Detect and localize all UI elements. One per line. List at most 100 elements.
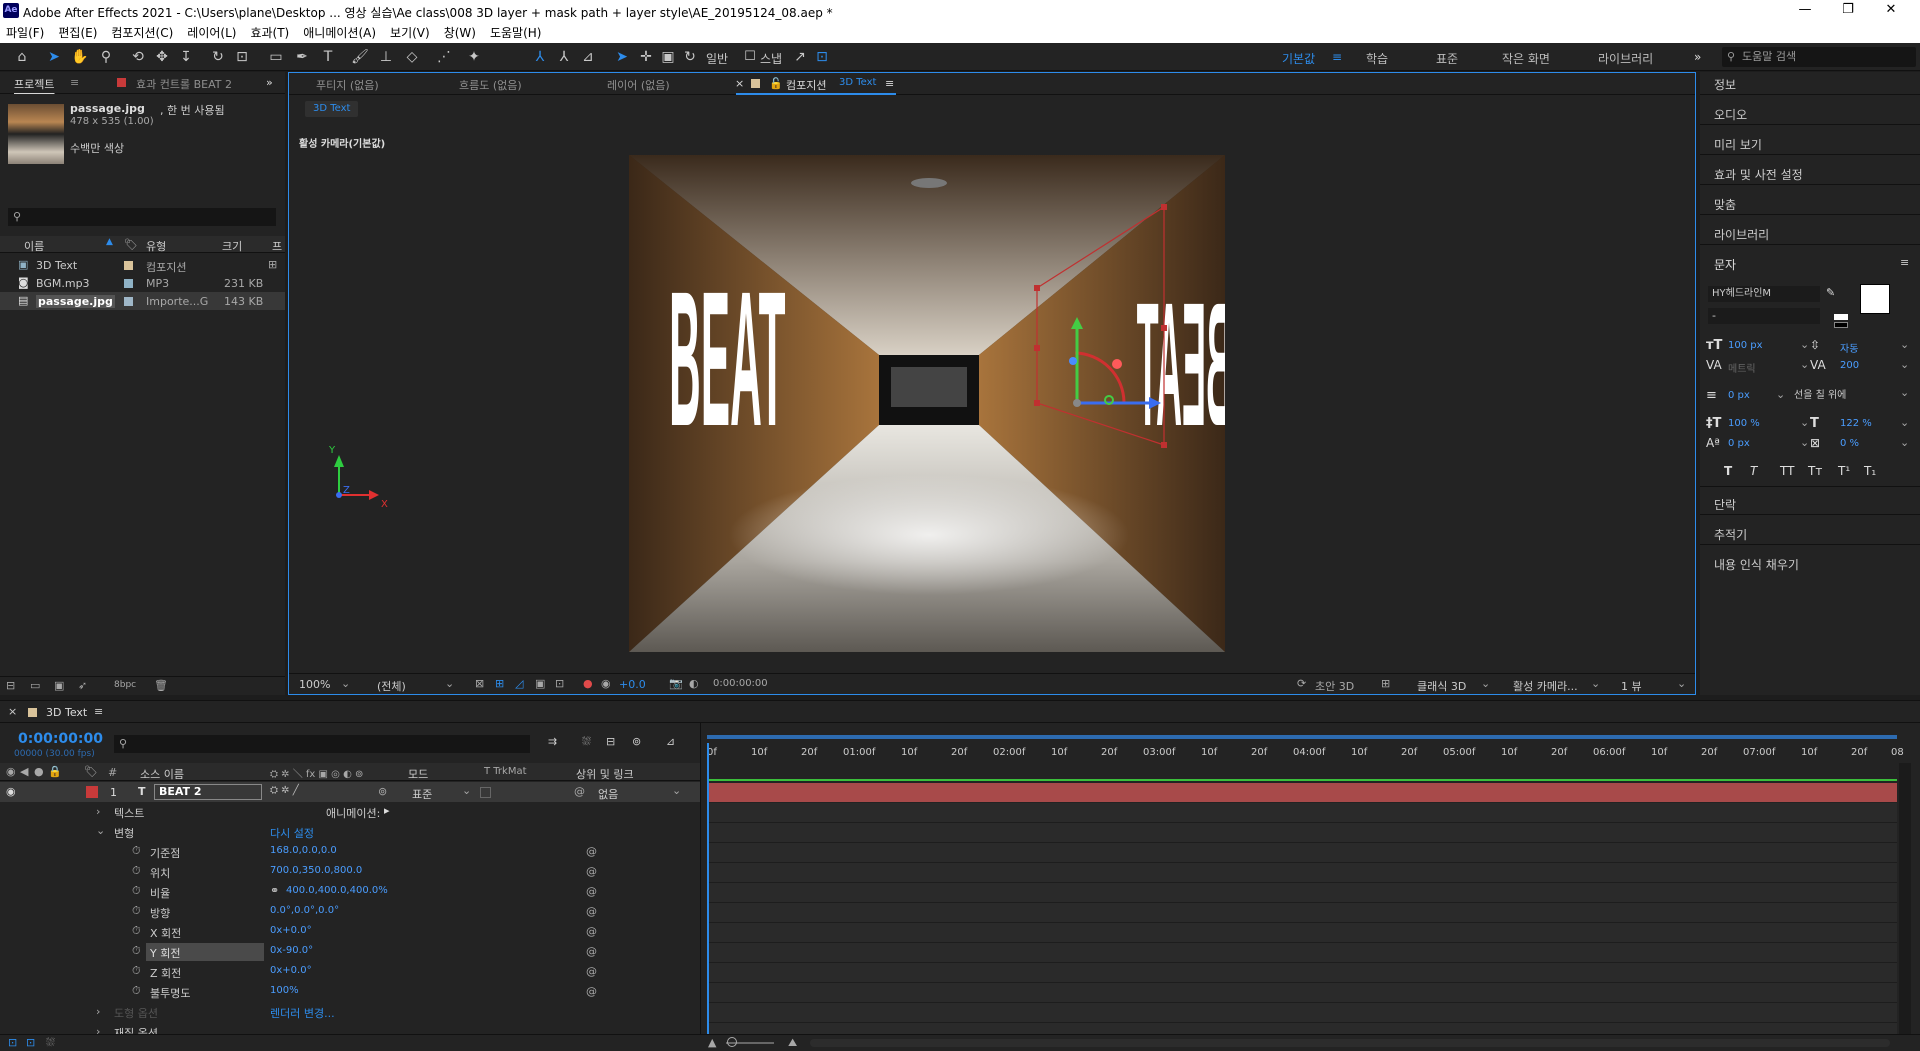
hide-shy-layers-icon[interactable]: ⊟ bbox=[606, 735, 615, 748]
mask-visibility-icon[interactable]: ◿ bbox=[515, 677, 523, 690]
pick-whip-icon[interactable]: @ bbox=[586, 885, 597, 898]
stroke-mode-select[interactable]: 선을 칠 위에 bbox=[1790, 388, 1900, 404]
col-trkmat[interactable]: T TrkMat bbox=[484, 766, 527, 777]
play-triangle-icon[interactable]: ▸ bbox=[384, 804, 390, 817]
view-layout-select[interactable]: 1 뷰 bbox=[1621, 678, 1642, 694]
draft-3d-icon[interactable]: ⟳ bbox=[1297, 677, 1306, 690]
vertical-scale-value[interactable]: 100 % bbox=[1728, 418, 1760, 429]
panel-align[interactable]: 맞춤 bbox=[1714, 196, 1736, 213]
horizontal-scale-value[interactable]: 122 % bbox=[1840, 418, 1872, 429]
magnification-select[interactable]: 100% bbox=[299, 678, 330, 691]
blend-mode-select[interactable]: 표준 bbox=[412, 786, 432, 802]
comp-mini-flowchart-icon[interactable]: ⇉ bbox=[548, 735, 557, 748]
panel-paragraph[interactable]: 단락 bbox=[1714, 496, 1736, 513]
text-group-row[interactable]: › 텍스트 애니메이션: ▸ bbox=[0, 802, 700, 822]
property-value[interactable]: 100% bbox=[270, 985, 299, 996]
eye-icon[interactable]: ◉ bbox=[6, 785, 16, 798]
layer-name-field[interactable]: BEAT 2 bbox=[154, 784, 262, 800]
scene-text-left[interactable]: BEAT bbox=[669, 251, 785, 466]
gizmo-handle[interactable] bbox=[1069, 357, 1077, 365]
tab-footage[interactable]: 푸티지 (없음) bbox=[316, 77, 379, 93]
panel-content-aware-fill[interactable]: 내용 인식 채우기 bbox=[1714, 556, 1799, 573]
list-item[interactable]: ▣ 3D Text 컴포지션 ⊞ bbox=[0, 256, 285, 274]
type-tool-icon[interactable]: T bbox=[318, 47, 338, 67]
col-size[interactable]: 크기 bbox=[222, 238, 242, 254]
comp-breadcrumb[interactable]: 3D Text bbox=[305, 101, 359, 117]
exposure-value[interactable]: +0.0 bbox=[619, 678, 646, 691]
panel-info[interactable]: 정보 bbox=[1714, 76, 1736, 93]
bbox-handle[interactable] bbox=[1161, 442, 1167, 448]
hand-tool-icon[interactable]: ✋ bbox=[70, 47, 90, 67]
fill-color-swatch[interactable] bbox=[1860, 284, 1890, 314]
transform-group-row[interactable]: ⌄ 변형 다시 설정 bbox=[0, 822, 700, 842]
list-item[interactable]: ◙ BGM.mp3 MP3 231 KB bbox=[0, 274, 285, 292]
subscript-button[interactable]: T₁ bbox=[1864, 464, 1876, 478]
parent-select[interactable]: 없음 bbox=[598, 786, 618, 802]
col-parent[interactable]: 상위 및 링크 bbox=[576, 766, 634, 782]
panel-menu-icon[interactable]: ≡ bbox=[885, 77, 894, 90]
col-frame[interactable]: 프 bbox=[272, 238, 282, 254]
transparency-grid-icon[interactable]: ⊞ bbox=[495, 677, 504, 690]
label-column-icon[interactable]: 🏷 bbox=[124, 238, 138, 251]
menu-layer[interactable]: 레이어(L) bbox=[187, 24, 236, 41]
new-folder-icon[interactable]: ▭ bbox=[30, 679, 40, 692]
menu-window[interactable]: 창(W) bbox=[444, 24, 476, 41]
bbox-handle[interactable] bbox=[1034, 400, 1040, 406]
layer-duration-bar[interactable] bbox=[707, 783, 1897, 802]
property-value[interactable]: 0x-90.0° bbox=[270, 945, 313, 956]
resolution-select[interactable]: (전체) bbox=[377, 678, 406, 694]
panel-tracker[interactable]: 추적기 bbox=[1714, 526, 1747, 543]
pick-whip-icon[interactable]: @ bbox=[586, 985, 597, 998]
draft-3d-label[interactable]: 초안 3D bbox=[1315, 678, 1354, 694]
panel-expand-icon[interactable]: » bbox=[266, 76, 273, 89]
stopwatch-icon[interactable]: ⏱ bbox=[132, 844, 141, 858]
faux-italic-button[interactable]: T bbox=[1750, 464, 1757, 478]
chevron-right-icon[interactable]: › bbox=[96, 805, 100, 818]
zoom-out-icon[interactable]: ▲ bbox=[708, 1036, 716, 1049]
layer-switches-icons[interactable]: ⛭ ✲ ╱ bbox=[270, 785, 299, 796]
orbit-camera-icon[interactable]: ⟲ bbox=[128, 47, 148, 67]
tab-composition[interactable]: 컴포지션 bbox=[786, 77, 826, 93]
swap-colors-icon[interactable] bbox=[1834, 314, 1848, 320]
eyedropper-icon[interactable]: ✎ bbox=[1826, 286, 1835, 299]
layer-row[interactable]: ◉ 1 T BEAT 2 ⛭ ✲ ╱ ⊚ 표준 ⌄ @ 없음 ⌄ bbox=[0, 782, 700, 802]
property-row[interactable]: ⏱ 불투명도 100% @ bbox=[0, 982, 700, 1002]
viewer-timecode[interactable]: 0:00:00:00 bbox=[713, 678, 768, 689]
current-timecode[interactable]: 0:00:00:00 bbox=[18, 731, 103, 747]
property-row[interactable]: ⏱ Y 회전 0x-90.0° @ bbox=[0, 942, 700, 962]
workspace-more-icon[interactable]: » bbox=[1694, 50, 1701, 64]
rotation-handle[interactable] bbox=[1112, 359, 1122, 369]
pen-tool-icon[interactable]: ✒ bbox=[292, 47, 312, 67]
bbox-handle[interactable] bbox=[1034, 285, 1040, 291]
zoom-slider-thumb[interactable] bbox=[727, 1037, 737, 1047]
stopwatch-icon[interactable]: ⏱ bbox=[132, 924, 141, 938]
stopwatch-icon[interactable]: ⏱ bbox=[132, 964, 141, 978]
project-search-input[interactable]: ⚲ bbox=[8, 208, 276, 226]
font-family-select[interactable]: HY헤드라인M bbox=[1708, 286, 1820, 302]
workspace-libraries[interactable]: 라이브러리 bbox=[1598, 50, 1653, 67]
tab-layer[interactable]: 레이어 (없음) bbox=[607, 77, 670, 93]
property-row[interactable]: ⏱ 위치 700.0,350.0,800.0 @ bbox=[0, 862, 700, 882]
current-time-indicator[interactable] bbox=[707, 743, 709, 1034]
panel-menu-icon[interactable]: ≡ bbox=[1900, 256, 1909, 269]
show-snapshot-icon[interactable]: ◐ bbox=[689, 677, 699, 690]
col-source-name[interactable]: 소스 이름 bbox=[140, 766, 184, 782]
tab-project[interactable]: 프로젝트 bbox=[14, 76, 54, 92]
chevron-down-icon[interactable]: ⌄ bbox=[96, 824, 105, 837]
property-value[interactable]: 168.0,0.0,0.0 bbox=[270, 845, 337, 856]
tab-close-icon[interactable]: × bbox=[8, 705, 17, 718]
no-stroke-icon[interactable] bbox=[1834, 322, 1848, 328]
snap-edges-icon[interactable]: ↗ bbox=[790, 47, 810, 67]
composition-canvas[interactable]: BEAT BEAT bbox=[629, 155, 1225, 652]
dolly-camera-icon[interactable]: ↧ bbox=[176, 47, 196, 67]
property-row[interactable]: ⏱ 비율 ⚭ 400.0,400.0,400.0% @ bbox=[0, 882, 700, 902]
pick-whip-icon[interactable]: @ bbox=[586, 925, 597, 938]
3d-move-icon[interactable]: ✛ bbox=[636, 47, 656, 67]
rotation-tool-icon[interactable]: ↻ bbox=[208, 47, 228, 67]
menu-effect[interactable]: 효과(T) bbox=[250, 24, 289, 41]
snap-label[interactable]: 스냅 bbox=[760, 50, 782, 67]
anchor-tool-icon[interactable]: ⊡ bbox=[232, 47, 252, 67]
frame-blending-icon[interactable]: ⊚ bbox=[632, 735, 641, 748]
interpret-footage-icon[interactable]: ⊟ bbox=[6, 679, 15, 692]
renderer-select[interactable]: 클래식 3D bbox=[1417, 678, 1466, 694]
